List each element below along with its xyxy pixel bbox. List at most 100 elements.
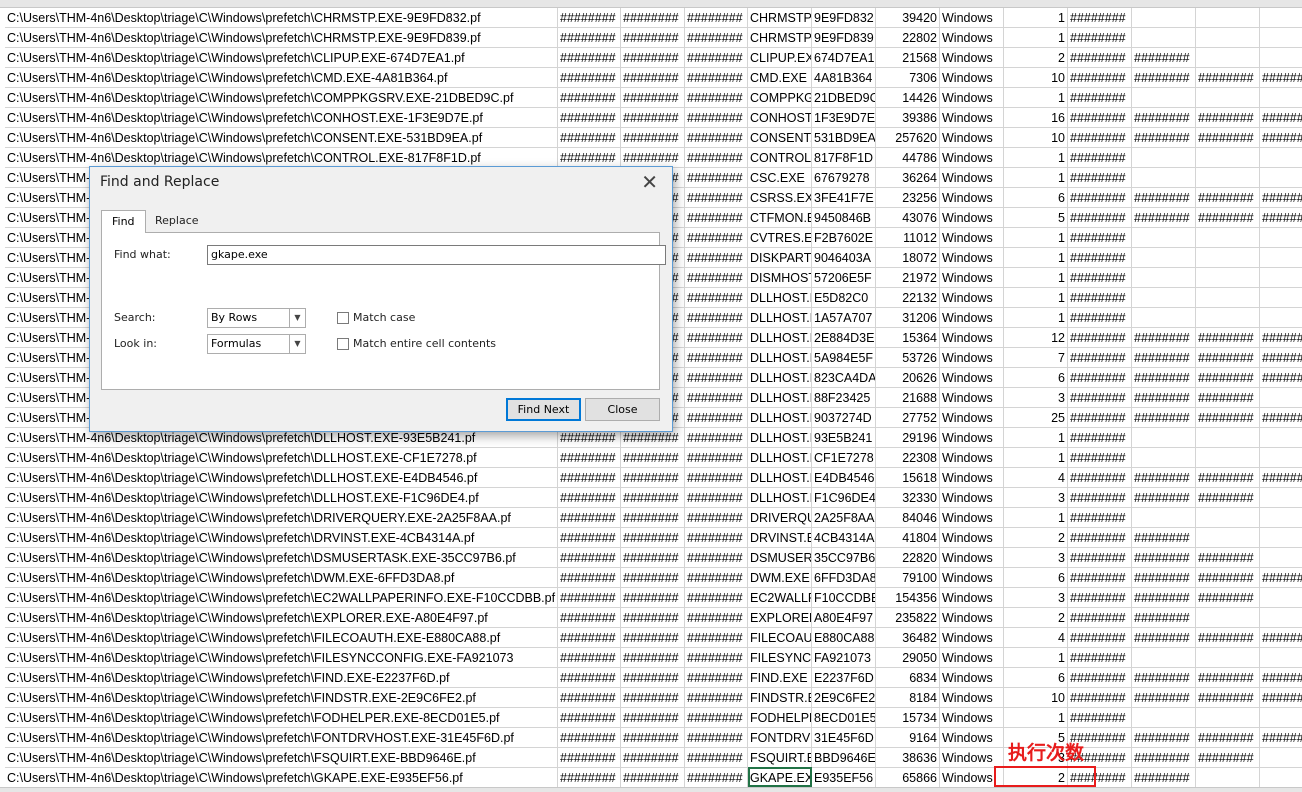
table-cell[interactable]: ########: [558, 688, 621, 708]
table-cell[interactable]: [1260, 168, 1302, 188]
table-cell[interactable]: 93E5B241: [812, 428, 876, 448]
table-cell[interactable]: [1196, 28, 1260, 48]
table-cell[interactable]: ########: [685, 468, 748, 488]
table-cell[interactable]: [1196, 608, 1260, 628]
table-cell[interactable]: Windows: [940, 388, 1004, 408]
table-cell[interactable]: ########: [1068, 668, 1132, 688]
find-what-input[interactable]: gkape.exe: [207, 245, 666, 265]
table-cell[interactable]: CTFMON.E: [748, 208, 812, 228]
table-cell[interactable]: FILECOAU: [748, 628, 812, 648]
table-cell[interactable]: ########: [1068, 28, 1132, 48]
table-cell[interactable]: DLLHOST.E: [748, 288, 812, 308]
table-cell[interactable]: [1132, 168, 1196, 188]
table-cell[interactable]: ########: [685, 88, 748, 108]
table-cell[interactable]: 65866: [876, 768, 940, 788]
table-cell[interactable]: ########: [1068, 588, 1132, 608]
table-cell[interactable]: ########: [1068, 488, 1132, 508]
table-cell[interactable]: [1132, 88, 1196, 108]
table-cell[interactable]: C:\Users\THM-4n6\Desktop\triage\C\Window…: [5, 648, 558, 668]
table-cell[interactable]: Windows: [940, 368, 1004, 388]
table-cell[interactable]: [1132, 428, 1196, 448]
table-cell[interactable]: ########: [1260, 668, 1302, 688]
table-cell[interactable]: ########: [1132, 488, 1196, 508]
table-cell[interactable]: ########: [685, 168, 748, 188]
table-cell[interactable]: [1132, 28, 1196, 48]
table-cell[interactable]: CMD.EXE: [748, 68, 812, 88]
table-cell[interactable]: 2E884D3E: [812, 328, 876, 348]
table-cell[interactable]: Windows: [940, 288, 1004, 308]
table-cell[interactable]: CONTROL.: [748, 148, 812, 168]
table-cell[interactable]: Windows: [940, 588, 1004, 608]
table-cell[interactable]: ########: [1132, 48, 1196, 68]
table-cell[interactable]: ########: [1068, 188, 1132, 208]
table-cell[interactable]: ########: [1068, 408, 1132, 428]
table-cell[interactable]: C:\Users\THM-4n6\Desktop\triage\C\Window…: [5, 528, 558, 548]
table-cell[interactable]: 4A81B364: [812, 68, 876, 88]
table-cell[interactable]: [1132, 448, 1196, 468]
table-cell[interactable]: ########: [1260, 628, 1302, 648]
table-cell[interactable]: ########: [1068, 308, 1132, 328]
table-cell[interactable]: Windows: [940, 628, 1004, 648]
table-cell[interactable]: ########: [558, 508, 621, 528]
table-cell[interactable]: ########: [558, 488, 621, 508]
table-cell[interactable]: ########: [685, 768, 748, 788]
table-cell[interactable]: ########: [685, 268, 748, 288]
table-cell[interactable]: DWM.EXE: [748, 568, 812, 588]
table-cell[interactable]: ########: [1196, 128, 1260, 148]
table-cell[interactable]: ########: [1260, 468, 1302, 488]
table-cell[interactable]: 21DBED9C: [812, 88, 876, 108]
table-cell[interactable]: F1C96DE4: [812, 488, 876, 508]
table-cell[interactable]: ########: [1068, 688, 1132, 708]
table-cell[interactable]: ########: [621, 568, 685, 588]
table-cell[interactable]: 16: [1004, 108, 1068, 128]
table-cell[interactable]: ########: [621, 508, 685, 528]
table-cell[interactable]: ########: [1132, 208, 1196, 228]
table-cell[interactable]: [1260, 448, 1302, 468]
table-cell[interactable]: 1: [1004, 28, 1068, 48]
table-cell[interactable]: 3: [1004, 588, 1068, 608]
lookin-select[interactable]: Formulas ▼: [207, 334, 306, 354]
table-cell[interactable]: CF1E7278: [812, 448, 876, 468]
table-cell[interactable]: Windows: [940, 328, 1004, 348]
table-cell[interactable]: Windows: [940, 608, 1004, 628]
table-cell[interactable]: 1: [1004, 228, 1068, 248]
table-cell[interactable]: 29196: [876, 428, 940, 448]
table-cell[interactable]: 1: [1004, 268, 1068, 288]
table-cell[interactable]: ########: [685, 228, 748, 248]
table-cell[interactable]: CHRMSTP.: [748, 28, 812, 48]
table-cell[interactable]: ########: [1132, 728, 1196, 748]
table-cell[interactable]: 53726: [876, 348, 940, 368]
table-cell[interactable]: [1260, 548, 1302, 568]
table-cell[interactable]: Windows: [940, 648, 1004, 668]
table-cell[interactable]: 22802: [876, 28, 940, 48]
table-cell[interactable]: [1196, 648, 1260, 668]
table-cell[interactable]: 36264: [876, 168, 940, 188]
table-cell[interactable]: C:\Users\THM-4n6\Desktop\triage\C\Window…: [5, 628, 558, 648]
table-cell[interactable]: CONHOST.: [748, 108, 812, 128]
table-cell[interactable]: ########: [621, 488, 685, 508]
table-cell[interactable]: ########: [685, 588, 748, 608]
table-cell[interactable]: E4DB4546: [812, 468, 876, 488]
table-cell[interactable]: [1260, 288, 1302, 308]
table-cell[interactable]: Windows: [940, 168, 1004, 188]
table-cell[interactable]: ########: [621, 148, 685, 168]
table-cell[interactable]: C:\Users\THM-4n6\Desktop\triage\C\Window…: [5, 508, 558, 528]
table-cell[interactable]: ########: [685, 288, 748, 308]
table-cell[interactable]: 15734: [876, 708, 940, 728]
table-cell[interactable]: [1260, 508, 1302, 528]
table-cell[interactable]: 18072: [876, 248, 940, 268]
table-cell[interactable]: DLLHOST.E: [748, 408, 812, 428]
table-cell[interactable]: 9046403A: [812, 248, 876, 268]
table-cell[interactable]: ########: [685, 708, 748, 728]
table-cell[interactable]: [1260, 428, 1302, 448]
table-cell[interactable]: EXPLORER: [748, 608, 812, 628]
table-cell[interactable]: C:\Users\THM-4n6\Desktop\triage\C\Window…: [5, 8, 558, 28]
table-cell[interactable]: Windows: [940, 148, 1004, 168]
table-cell[interactable]: 3: [1004, 488, 1068, 508]
table-cell[interactable]: CONSENT.: [748, 128, 812, 148]
table-cell[interactable]: ########: [1260, 328, 1302, 348]
table-cell[interactable]: ########: [558, 588, 621, 608]
table-cell[interactable]: DLLHOST.E: [748, 328, 812, 348]
table-cell[interactable]: F10CCDBB: [812, 588, 876, 608]
table-cell[interactable]: ########: [621, 648, 685, 668]
